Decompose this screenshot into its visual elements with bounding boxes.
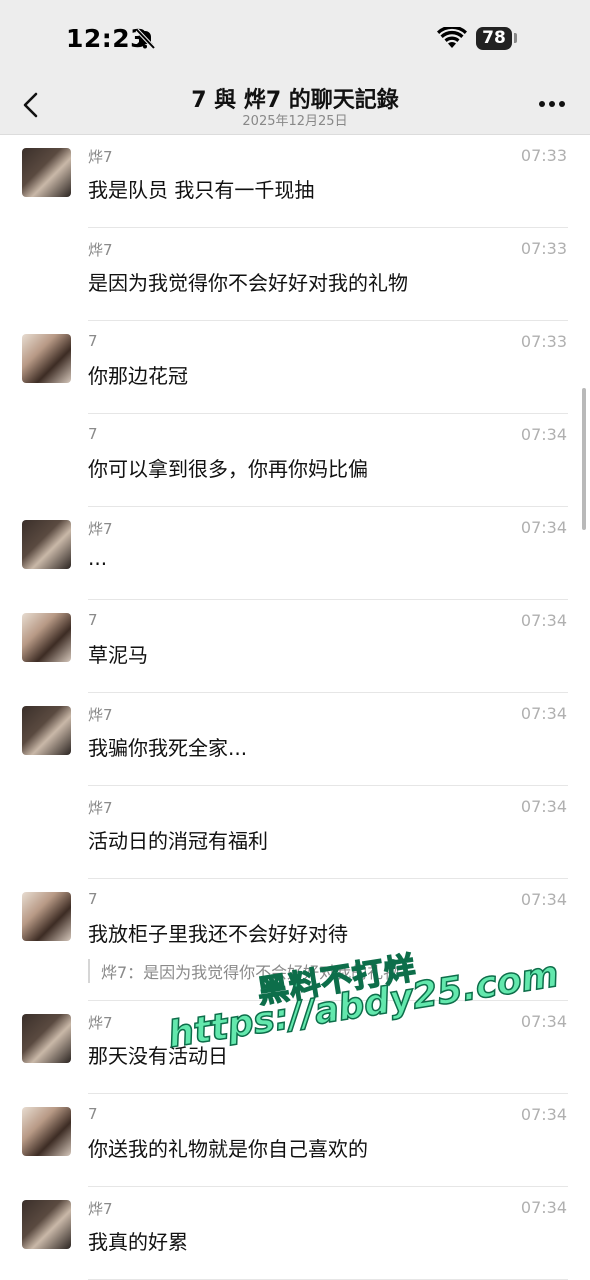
avatar[interactable] <box>22 334 71 383</box>
avatar[interactable] <box>22 1014 71 1063</box>
avatar[interactable] <box>22 892 71 941</box>
message-time: 07:34 <box>520 797 567 816</box>
message-item[interactable]: 7 07:34 你送我的礼物就是你自己喜欢的 <box>0 1094 590 1187</box>
avatar[interactable] <box>22 706 71 755</box>
message-time: 07:34 <box>520 518 567 537</box>
message-item[interactable]: 烨7 07:34 我骗你我死全家... <box>0 693 590 786</box>
quoted-message[interactable]: 烨7：是因为我觉得你不会好好对我的礼物 <box>88 959 399 983</box>
status-bar: 12:23 78 <box>0 0 590 78</box>
message-sender: 烨7 <box>88 148 113 166</box>
message-item[interactable]: 7 07:34 草泥马 <box>0 600 590 693</box>
message-item[interactable]: 7 07:33 你那边花冠 <box>0 321 590 414</box>
message-sender: 7 <box>88 611 98 629</box>
message-item[interactable]: 烨7 07:34 活动日的消冠有福利 <box>0 786 590 879</box>
nav-bar: 7 與 烨7 的聊天記錄 2025年12月25日 <box>0 78 590 135</box>
message-text: 我真的好累 <box>88 1230 188 1254</box>
message-item[interactable]: 烨7 07:34 那天没有活动日 <box>0 1001 590 1094</box>
message-time: 07:34 <box>520 425 567 444</box>
avatar[interactable] <box>22 520 71 569</box>
bell-slash-icon <box>135 28 156 50</box>
message-sender: 烨7 <box>88 1014 113 1032</box>
message-text: 我是队员 我只有一千现抽 <box>88 178 315 202</box>
message-text: 那天没有活动日 <box>88 1044 228 1068</box>
message-time: 07:34 <box>520 1198 567 1217</box>
message-item[interactable]: 7 07:34 你可以拿到很多，你再你妈比偏 <box>0 414 590 507</box>
message-text: 你送我的礼物就是你自己喜欢的 <box>88 1137 368 1161</box>
message-time: 07:34 <box>520 1012 567 1031</box>
message-item[interactable]: 7 07:34 我放柜子里我还不会好好对待 烨7：是因为我觉得你不会好好对我的礼… <box>0 879 590 1001</box>
message-text: 你可以拿到很多，你再你妈比偏 <box>88 457 368 481</box>
message-list[interactable]: 烨7 07:33 我是队员 我只有一千现抽 烨7 07:33 是因为我觉得你不会… <box>0 135 590 1280</box>
message-sender: 烨7 <box>88 1200 113 1218</box>
message-sender: 7 <box>88 890 98 908</box>
message-item[interactable]: 烨7 07:34 我真的好累 <box>0 1187 590 1280</box>
message-time: 07:34 <box>520 704 567 723</box>
message-text: 是因为我觉得你不会好好对我的礼物 <box>88 271 408 295</box>
avatar[interactable] <box>22 613 71 662</box>
message-sender: 7 <box>88 1105 98 1123</box>
message-sender: 烨7 <box>88 799 113 817</box>
message-time: 07:33 <box>520 332 567 351</box>
message-sender: 烨7 <box>88 520 113 538</box>
avatar[interactable] <box>22 1107 71 1156</box>
battery-indicator: 78 <box>476 27 512 50</box>
message-text: 活动日的消冠有福利 <box>88 829 268 853</box>
scrollbar[interactable] <box>582 388 586 530</box>
battery-nub <box>514 33 517 43</box>
message-time: 07:34 <box>520 611 567 630</box>
message-time: 07:33 <box>520 146 567 165</box>
message-time: 07:34 <box>520 1105 567 1124</box>
ellipsis-icon[interactable] <box>538 100 566 108</box>
message-sender: 7 <box>88 425 98 443</box>
page-subtitle: 2025年12月25日 <box>242 114 348 129</box>
message-text: 你那边花冠 <box>88 364 188 388</box>
message-item[interactable]: 烨7 07:33 是因为我觉得你不会好好对我的礼物 <box>0 228 590 321</box>
wifi-icon <box>437 27 467 48</box>
avatar[interactable] <box>22 1200 71 1249</box>
message-text: 草泥马 <box>88 643 148 667</box>
avatar[interactable] <box>22 148 71 197</box>
message-item[interactable]: 烨7 07:33 我是队员 我只有一千现抽 <box>0 135 590 228</box>
message-time: 07:33 <box>520 239 567 258</box>
message-sender: 烨7 <box>88 706 113 724</box>
message-text: 我骗你我死全家... <box>88 736 248 760</box>
message-sender: 7 <box>88 332 98 350</box>
message-time: 07:34 <box>520 890 567 909</box>
message-text: ... <box>88 546 108 570</box>
message-item[interactable]: 烨7 07:34 ... <box>0 507 590 600</box>
message-text: 我放柜子里我还不会好好对待 <box>88 922 348 946</box>
message-sender: 烨7 <box>88 241 113 259</box>
